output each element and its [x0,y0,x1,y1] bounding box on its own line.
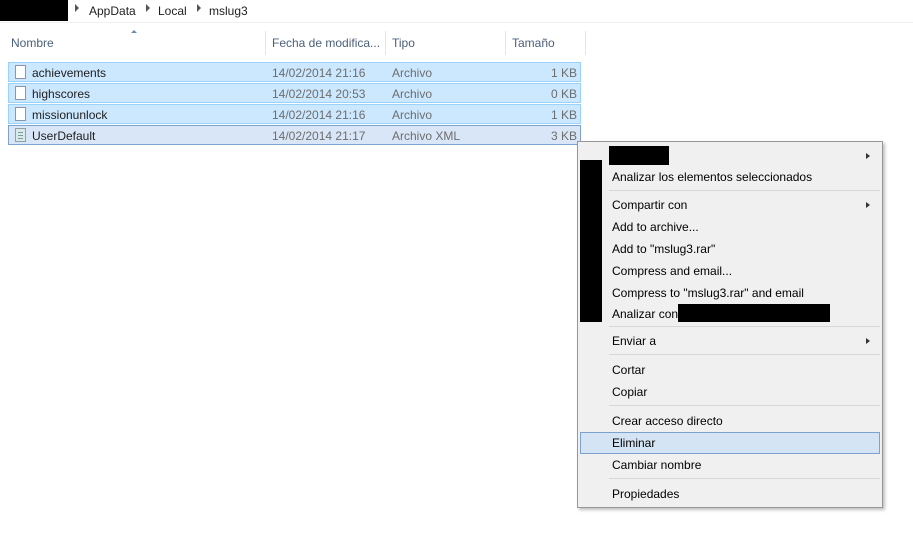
file-type: Archivo XML [392,129,461,143]
file-date: 14/02/2014 21:16 [272,66,366,80]
menu-item-label: Compartir con [612,198,688,212]
sort-ascending-icon [131,30,137,33]
redacted-menu-label [609,146,669,165]
menu-item-properties[interactable]: Propiedades [580,483,880,505]
column-divider[interactable] [585,31,586,55]
menu-item-share-with[interactable]: Compartir con [580,194,880,216]
file-name: UserDefault [32,129,96,143]
breadcrumb-appdata[interactable]: AppData [89,3,136,19]
file-icon [15,107,26,121]
menu-separator [609,354,880,355]
column-header-size[interactable]: Tamaño [512,31,555,55]
file-size: 3 KB [550,129,577,143]
file-size: 1 KB [550,108,577,122]
file-icon [15,65,26,79]
menu-item-add-to-archive[interactable]: Add to archive... [580,216,880,238]
column-divider[interactable] [265,31,266,55]
menu-item-delete[interactable]: Eliminar [580,432,880,454]
context-menu: Analizar los elementos seleccionados Com… [577,141,883,508]
chevron-right-icon[interactable] [146,4,150,12]
submenu-arrow-icon [866,153,870,159]
menu-separator [609,326,880,327]
file-type: Archivo [392,108,433,122]
file-name: missionunlock [32,108,108,122]
file-name: achievements [32,66,107,80]
menu-item-cut[interactable]: Cortar [580,359,880,381]
menu-separator [609,190,880,191]
menu-item-analyze-selected[interactable]: Analizar los elementos seleccionados [580,166,880,188]
menu-item-send-to[interactable]: Enviar a [580,330,880,352]
menu-item-rename[interactable]: Cambiar nombre [580,454,880,476]
file-row-achievements[interactable]: achievements 14/02/2014 21:16 Archivo 1 … [8,62,581,82]
column-header-type[interactable]: Tipo [392,31,415,55]
file-row-userdefault[interactable]: UserDefault 14/02/2014 21:17 Archivo XML… [8,125,581,145]
menu-separator [609,405,880,406]
breadcrumb-mslug3[interactable]: mslug3 [209,3,248,19]
file-size: 0 KB [550,87,577,101]
file-size: 1 KB [550,66,577,80]
chevron-right-icon[interactable] [197,4,201,12]
menu-item-compress-rar-email[interactable]: Compress to "mslug3.rar" and email [580,282,880,304]
file-date: 14/02/2014 21:16 [272,108,366,122]
redacted-path [0,0,68,21]
column-header-date[interactable]: Fecha de modifica... [272,31,380,55]
column-divider[interactable] [385,31,386,55]
file-date: 14/02/2014 21:17 [272,129,366,143]
xml-file-icon [15,128,26,142]
file-icon [15,86,26,100]
file-name: highscores [32,87,91,101]
address-bar[interactable]: AppData Local mslug3 [0,0,913,23]
chevron-right-icon[interactable] [75,4,79,12]
file-row-missionunlock[interactable]: missionunlock 14/02/2014 21:16 Archivo 1… [8,104,581,124]
menu-item-create-shortcut[interactable]: Crear acceso directo [580,410,880,432]
file-type: Archivo [392,87,433,101]
menu-item-compress-email[interactable]: Compress and email... [580,260,880,282]
file-row-highscores[interactable]: highscores 14/02/2014 20:53 Archivo 0 KB [8,83,581,103]
menu-item-label: Enviar a [612,334,657,348]
redacted-antivirus-name [678,304,830,322]
column-header-name[interactable]: Nombre [11,31,54,55]
breadcrumb-local[interactable]: Local [158,3,187,19]
column-divider[interactable] [505,31,506,55]
menu-separator [609,478,880,479]
file-type: Archivo [392,66,433,80]
submenu-arrow-icon [866,202,870,208]
menu-item-copy[interactable]: Copiar [580,381,880,403]
file-date: 14/02/2014 20:53 [272,87,366,101]
submenu-arrow-icon [866,338,870,344]
menu-item-add-to-rar[interactable]: Add to "mslug3.rar" [580,238,880,260]
